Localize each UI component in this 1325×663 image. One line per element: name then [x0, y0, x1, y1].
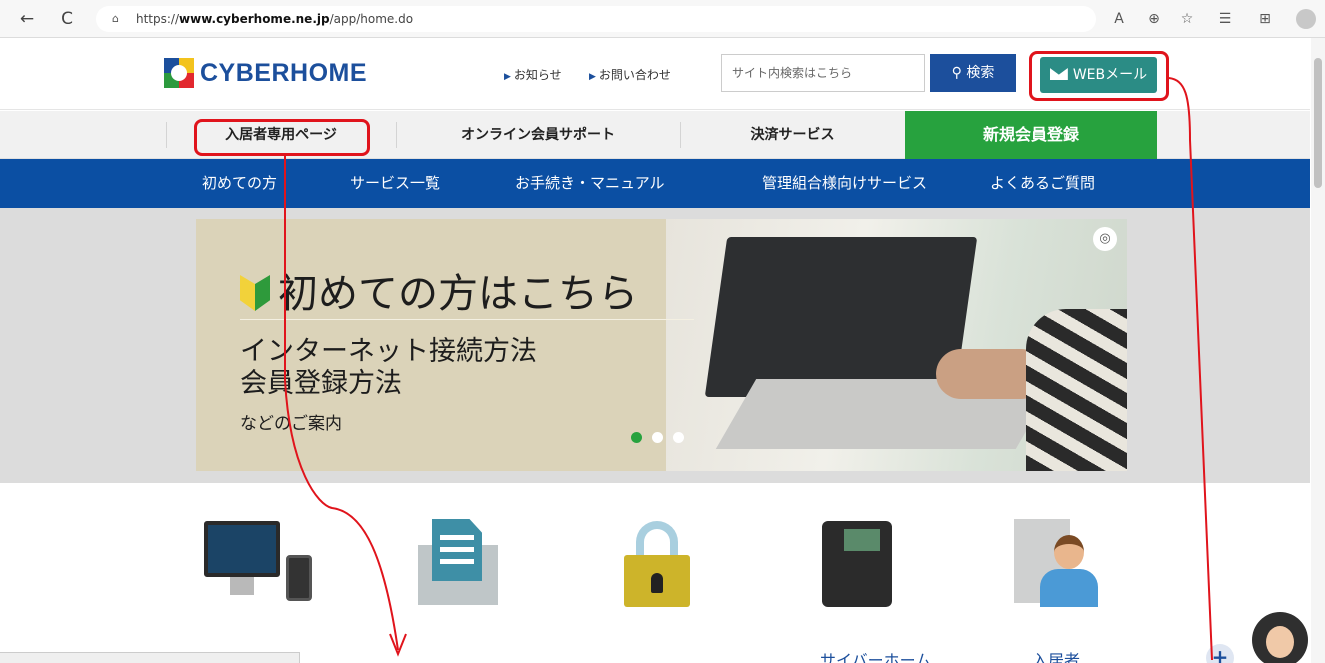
triangle-icon: ▶	[504, 72, 511, 82]
annotation-box-resident	[194, 119, 370, 156]
news-link[interactable]: ▶ お知らせ	[504, 66, 562, 83]
phone-service-icon[interactable]	[804, 515, 914, 610]
url-prefix: https://	[136, 12, 180, 26]
banner-section: 初めての方はこちら インターネット接続方法 会員登録方法 などのご案内 ◎	[0, 208, 1310, 483]
carousel-dots	[631, 432, 684, 443]
service-label-cyberhome[interactable]: サイバーホーム	[820, 647, 931, 663]
banner-title: 初めての方はこちら	[240, 261, 638, 319]
service-label-resident[interactable]: 入居者	[1032, 647, 1080, 663]
back-icon[interactable]: ←	[16, 8, 38, 30]
mail-service-icon[interactable]	[408, 515, 518, 610]
visual-search-icon[interactable]: ◎	[1093, 227, 1117, 251]
news-link-label: お知らせ	[513, 68, 562, 82]
logo-text: CYBERHOME	[200, 58, 368, 87]
status-bar	[0, 652, 300, 663]
nav-first-time[interactable]: 初めての方	[202, 159, 277, 208]
hero-banner[interactable]: 初めての方はこちら インターネット接続方法 会員登録方法 などのご案内 ◎	[196, 219, 1127, 471]
url-path: /app/home.do	[329, 12, 414, 26]
favorite-icon[interactable]: ☆	[1176, 8, 1198, 30]
carousel-dot[interactable]	[631, 432, 642, 443]
scroll-thumb[interactable]	[1314, 58, 1322, 188]
new-member-register-button[interactable]: 新規会員登録	[905, 111, 1157, 159]
main-navigation: 初めての方 サービス一覧 お手続き・マニュアル 管理組合様向けサービス よくある…	[0, 159, 1310, 208]
banner-title-text: 初めての方はこちら	[278, 271, 638, 317]
profile-avatar-icon[interactable]	[1296, 9, 1316, 29]
nav-management-services[interactable]: 管理組合様向けサービス	[762, 159, 927, 208]
search-icon: ⚲	[951, 65, 962, 81]
banner-line-1: インターネット接続方法	[240, 336, 537, 367]
address-bar[interactable]: ⌂ https://www.cyberhome.ne.jp/app/home.d…	[96, 6, 1096, 32]
annotation-box-webmail	[1029, 51, 1169, 101]
nav-faq[interactable]: よくあるご質問	[990, 159, 1095, 208]
refresh-icon[interactable]: C	[56, 8, 78, 30]
read-aloud-icon[interactable]: A	[1108, 8, 1130, 30]
page-scrollbar[interactable]	[1311, 38, 1325, 663]
search-button[interactable]: ⚲ 検索	[930, 54, 1016, 92]
carousel-dot[interactable]	[652, 432, 663, 443]
carousel-dot[interactable]	[673, 432, 684, 443]
support-chat-avatar[interactable]	[1252, 612, 1308, 663]
triangle-icon: ▶	[589, 72, 596, 82]
nav-service-list[interactable]: サービス一覧	[350, 159, 440, 208]
resident-service-icon[interactable]	[1000, 515, 1110, 610]
banner-note: などのご案内	[240, 414, 342, 434]
service-icons-section	[0, 483, 1310, 663]
contact-link-label: お問い合わせ	[598, 68, 671, 82]
url-domain: www.cyberhome.ne.jp	[179, 12, 330, 26]
contact-link[interactable]: ▶ お問い合わせ	[589, 66, 671, 83]
nav-procedures-manual[interactable]: お手続き・マニュアル	[515, 159, 665, 208]
site-logo[interactable]: CYBERHOME	[164, 58, 367, 88]
search-button-label: 検索	[966, 65, 995, 81]
zoom-icon[interactable]: ⊕	[1143, 8, 1165, 30]
beginner-mark-icon	[240, 275, 270, 311]
banner-divider	[240, 319, 694, 320]
banner-line-2: 会員登録方法	[240, 368, 402, 399]
striped-sleeve-image	[1026, 309, 1127, 471]
lock-icon: ⌂	[112, 12, 119, 25]
banner-subtitle: インターネット接続方法 会員登録方法	[240, 336, 537, 400]
security-service-icon[interactable]	[606, 515, 716, 610]
internet-service-icon[interactable]	[200, 515, 312, 610]
favorites-list-icon[interactable]: ☰	[1214, 8, 1236, 30]
subnav-online-support[interactable]: オンライン会員サポート	[396, 111, 680, 159]
site-search-input[interactable]: サイト内検索はこちら	[721, 54, 925, 92]
collections-icon[interactable]: ⊞	[1254, 8, 1276, 30]
logo-mark-icon	[164, 58, 194, 88]
subnav-payment-service[interactable]: 決済サービス	[680, 111, 905, 159]
browser-toolbar: ← C ⌂ https://www.cyberhome.ne.jp/app/ho…	[0, 0, 1325, 38]
